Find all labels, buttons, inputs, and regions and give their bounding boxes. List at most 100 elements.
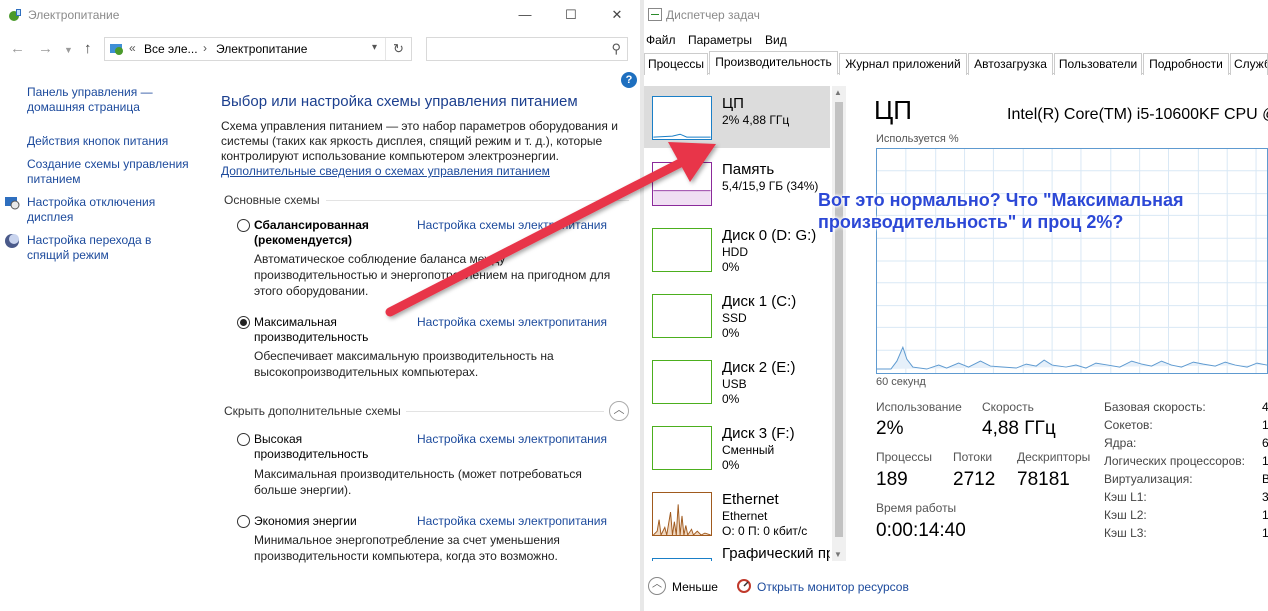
plan-ultimate-settings-link[interactable]: Настройка схемы электропитания xyxy=(417,315,607,329)
plan-high-name[interactable]: Высокая производительность xyxy=(254,432,374,462)
sidebar-link-display-off[interactable]: Настройка отключения дисплея xyxy=(27,195,177,225)
plan-balanced-radio[interactable] xyxy=(237,219,250,232)
task-manager-window: Диспетчер задач Файл Параметры Вид Проце… xyxy=(644,0,1268,611)
plan-balanced-name[interactable]: Сбалансированная (рекомендуется) xyxy=(254,218,414,248)
page-description: Схема управления питанием — это набор па… xyxy=(221,119,621,179)
resource-name: Ethernet xyxy=(722,491,779,508)
tab-processes[interactable]: Процессы xyxy=(644,53,708,75)
menu-view[interactable]: Вид xyxy=(765,33,787,47)
resource-list-scrollbar[interactable]: ▲ ▼ xyxy=(832,86,846,561)
stat-threads-value: 2712 xyxy=(953,469,996,490)
detail-cores-key: Ядра: xyxy=(1104,436,1137,450)
section-hidden-plans[interactable]: Скрыть дополнительные схемы xyxy=(224,404,401,418)
detail-l1-value: 3 xyxy=(1262,490,1268,504)
tab-app-history[interactable]: Журнал приложений xyxy=(839,53,967,75)
address-bar[interactable]: « Все эле... › Электропитание ▾ ↻ xyxy=(104,37,412,61)
plan-saver-name[interactable]: Экономия энергии xyxy=(254,514,414,529)
scrollbar-thumb[interactable] xyxy=(835,102,843,537)
section-divider xyxy=(326,200,629,201)
menu-file[interactable]: Файл xyxy=(646,33,676,47)
chevron-up-icon[interactable]: ︿ xyxy=(648,577,666,595)
stat-speed-label: Скорость xyxy=(982,400,1034,414)
resource-item-ethernet[interactable]: Ethernet Ethernet О: 0 П: 0 кбит/с xyxy=(644,482,830,544)
address-dropdown-icon[interactable]: ▾ xyxy=(372,42,377,53)
detail-base-speed-value: 4 xyxy=(1262,400,1268,414)
open-resource-monitor-link[interactable]: Открыть монитор ресурсов xyxy=(757,580,909,594)
control-panel-icon xyxy=(110,44,123,55)
title-bar: Электропитание — ☐ ✕ xyxy=(0,0,640,30)
search-box[interactable]: ⚲ xyxy=(426,37,628,61)
minimize-button[interactable]: — xyxy=(502,0,548,30)
resource-item-memory[interactable]: Память 5,4/15,9 ГБ (34%) xyxy=(644,152,830,214)
sidebar-link-power-buttons[interactable]: Действия кнопок питания xyxy=(27,134,207,149)
back-arrow-icon[interactable]: ← xyxy=(10,40,25,57)
maximize-button[interactable]: ☐ xyxy=(548,0,594,30)
resource-detail: Сменный xyxy=(722,443,775,457)
plan-saver-settings-link[interactable]: Настройка схемы электропитания xyxy=(417,514,607,528)
scroll-down-icon[interactable]: ▼ xyxy=(834,550,842,559)
stat-usage-value: 2% xyxy=(876,418,904,439)
disk0-thumbnail xyxy=(652,228,712,272)
detail-l2-key: Кэш L2: xyxy=(1104,508,1147,522)
plan-balanced-settings-link[interactable]: Настройка схемы электропитания xyxy=(417,218,607,232)
plan-high-radio[interactable] xyxy=(237,433,250,446)
resource-item-gpu[interactable]: Графический пр xyxy=(644,548,830,561)
resource-item-cpu[interactable]: ЦП 2% 4,88 ГГц xyxy=(644,86,830,148)
resource-item-disk2[interactable]: Диск 2 (E:) USB 0% xyxy=(644,350,830,412)
menu-options[interactable]: Параметры xyxy=(688,33,752,47)
sidebar-link-sleep[interactable]: Настройка перехода в спящий режим xyxy=(27,233,167,263)
resource-usage: 0% xyxy=(722,392,740,406)
ethernet-thumbnail xyxy=(652,492,712,536)
tab-startup[interactable]: Автозагрузка xyxy=(968,53,1053,75)
more-info-link[interactable]: Дополнительные сведения о схемах управле… xyxy=(221,164,550,178)
gpu-thumbnail xyxy=(652,558,712,561)
plan-saver-radio[interactable] xyxy=(237,515,250,528)
address-overflow-icon[interactable]: « xyxy=(129,41,136,55)
tab-users[interactable]: Пользователи xyxy=(1054,53,1142,75)
search-input[interactable] xyxy=(429,40,599,58)
recent-locations-chevron-icon[interactable]: ▼ xyxy=(64,45,73,55)
sleep-moon-icon xyxy=(5,234,19,248)
fewer-details-button[interactable]: Меньше xyxy=(672,580,718,594)
up-arrow-icon[interactable]: ↑ xyxy=(84,40,92,57)
resource-detail: 5,4/15,9 ГБ (34%) xyxy=(722,179,819,193)
sidebar-link-create-plan[interactable]: Создание схемы управления питанием xyxy=(27,157,197,187)
resource-usage: 0% xyxy=(722,458,740,472)
stat-uptime-label: Время работы xyxy=(876,501,957,515)
resource-item-disk0[interactable]: Диск 0 (D: G:) HDD 0% xyxy=(644,218,830,280)
detail-base-speed-key: Базовая скорость: xyxy=(1104,400,1206,414)
resource-name: ЦП xyxy=(722,95,744,112)
resource-item-disk1[interactable]: Диск 1 (C:) SSD 0% xyxy=(644,284,830,346)
search-icon: ⚲ xyxy=(611,41,621,56)
breadcrumb-all-items[interactable]: Все эле... xyxy=(144,42,198,56)
disk3-thumbnail xyxy=(652,426,712,470)
sidebar-link-control-panel-home[interactable]: Панель управления — домашняя страница xyxy=(27,85,207,115)
window-title: Диспетчер задач xyxy=(666,8,760,22)
tab-performance[interactable]: Производительность xyxy=(709,51,838,75)
resource-item-disk3[interactable]: Диск 3 (F:) Сменный 0% xyxy=(644,416,830,478)
task-manager-icon xyxy=(648,8,662,21)
resource-name: Графический пр xyxy=(722,548,830,561)
breadcrumb-power-options[interactable]: Электропитание xyxy=(216,42,307,56)
stat-processes-value: 189 xyxy=(876,469,908,490)
tab-details[interactable]: Подробности xyxy=(1143,53,1229,75)
plan-ultimate-radio[interactable] xyxy=(237,316,250,329)
refresh-icon[interactable]: ↻ xyxy=(385,38,411,60)
tab-services[interactable]: Служб xyxy=(1230,53,1268,75)
page-heading: Выбор или настройка схемы управления пит… xyxy=(221,93,578,110)
resource-name: Диск 3 (F:) xyxy=(722,425,795,442)
stat-processes-label: Процессы xyxy=(876,450,933,464)
disk2-thumbnail xyxy=(652,360,712,404)
resource-name: Диск 1 (C:) xyxy=(722,293,797,310)
close-button[interactable]: ✕ xyxy=(594,0,640,30)
resource-usage: 0% xyxy=(722,260,740,274)
help-icon[interactable]: ? xyxy=(621,72,637,88)
detail-sockets-key: Сокетов: xyxy=(1104,418,1153,432)
plan-high-settings-link[interactable]: Настройка схемы электропитания xyxy=(417,432,607,446)
detail-virtualization-value: В xyxy=(1262,472,1268,486)
scroll-up-icon[interactable]: ▲ xyxy=(834,88,842,97)
annotation-text: Вот это нормально? Что "Максимальная про… xyxy=(818,190,1184,232)
forward-arrow-icon[interactable]: → xyxy=(38,40,53,57)
collapse-chevron-icon[interactable]: ︿ xyxy=(609,401,629,421)
plan-ultimate-name[interactable]: Максимальная производительность xyxy=(254,315,374,345)
